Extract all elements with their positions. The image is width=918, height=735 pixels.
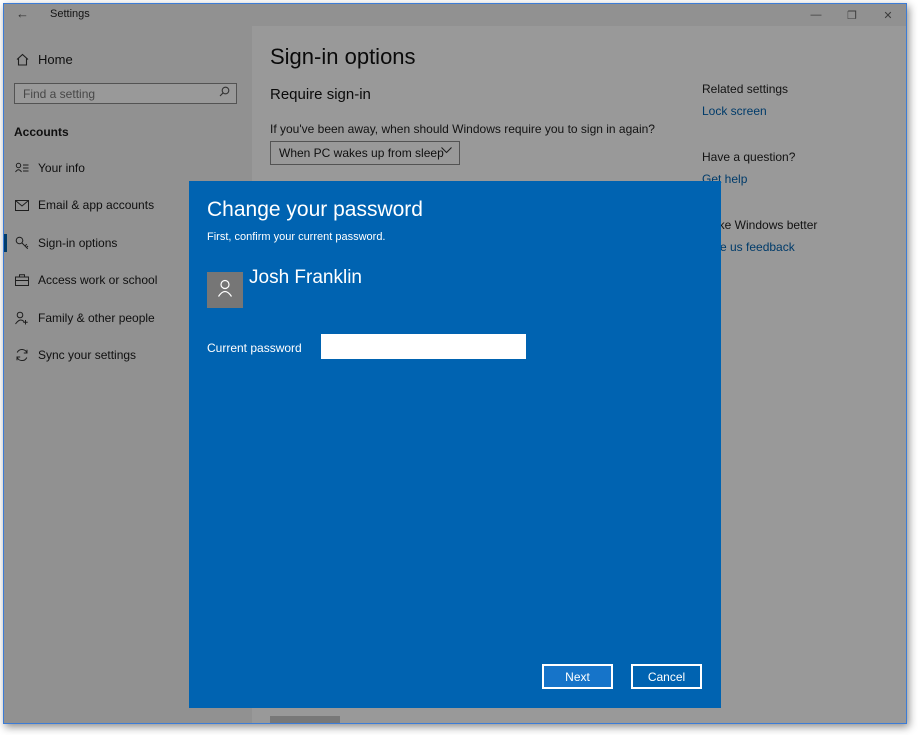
avatar xyxy=(207,272,243,308)
user-name: Josh Franklin xyxy=(249,267,362,288)
current-password-input[interactable] xyxy=(321,334,526,359)
user-icon xyxy=(217,279,233,302)
next-button[interactable]: Next xyxy=(542,664,613,689)
dialog-subtitle: First, confirm your current password. xyxy=(207,231,386,243)
current-password-label: Current password xyxy=(207,341,302,355)
change-password-dialog: Change your password First, confirm your… xyxy=(189,181,721,708)
dialog-title: Change your password xyxy=(207,198,423,221)
cancel-button[interactable]: Cancel xyxy=(631,664,702,689)
